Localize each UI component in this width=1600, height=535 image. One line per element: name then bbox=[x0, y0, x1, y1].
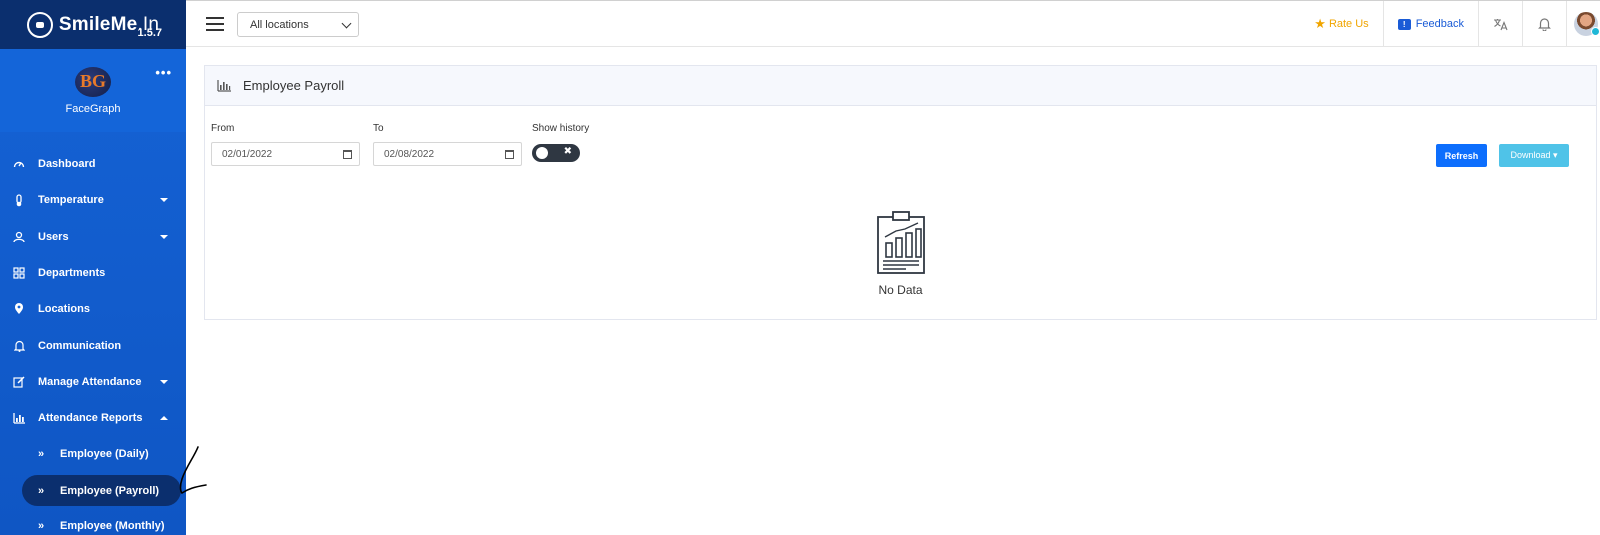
download-button[interactable]: Download ▾ bbox=[1499, 144, 1569, 167]
chevron-down-icon bbox=[160, 198, 168, 203]
sidebar-item-label: Communication bbox=[38, 339, 122, 352]
employee-payroll-card: Employee Payroll From 02/01/2022 To 02/0… bbox=[204, 65, 1597, 320]
more-icon[interactable]: ••• bbox=[155, 65, 172, 80]
avatar bbox=[1574, 12, 1600, 36]
chevron-down-icon bbox=[160, 234, 168, 239]
feedback-link[interactable]: ! Feedback bbox=[1382, 1, 1478, 47]
location-select[interactable]: All locations bbox=[237, 12, 359, 37]
empty-state: No Data bbox=[205, 211, 1596, 297]
topbar-actions: ★ Rate Us ! Feedback bbox=[1300, 1, 1600, 47]
sidebar-item-label: Locations bbox=[38, 303, 90, 316]
star-icon: ★ bbox=[1314, 16, 1326, 31]
sidebar-item-label: Manage Attendance bbox=[38, 375, 142, 388]
translate-icon bbox=[1494, 18, 1508, 30]
rate-us-link[interactable]: ★ Rate Us bbox=[1300, 1, 1382, 47]
chevron-down-icon bbox=[341, 18, 352, 29]
smile-logo-icon bbox=[26, 11, 53, 38]
to-date-input[interactable]: 02/08/2022 bbox=[373, 142, 522, 166]
sidebar-item-label: Attendance Reports bbox=[38, 412, 143, 425]
caret-down-icon: ▾ bbox=[1553, 150, 1558, 160]
close-icon: ✖ bbox=[563, 146, 572, 157]
dashboard-icon bbox=[12, 157, 26, 171]
page-title: Employee Payroll bbox=[243, 78, 345, 93]
brand-header[interactable]: SmileMe.In 1.5.7 bbox=[0, 0, 186, 49]
feedback-label: Feedback bbox=[1415, 18, 1464, 30]
sidebar-subitem-label: Employee (Monthly) bbox=[60, 520, 165, 533]
show-history-toggle[interactable]: ✖ bbox=[532, 144, 580, 162]
sidebar-subitem-employee-daily[interactable]: » Employee (Daily) bbox=[0, 436, 186, 472]
chevron-up-icon bbox=[160, 416, 168, 421]
sidebar-item-temperature[interactable]: Temperature bbox=[0, 182, 186, 218]
to-date-value: 02/08/2022 bbox=[384, 149, 435, 160]
to-label: To bbox=[373, 123, 384, 134]
bar-chart-icon bbox=[217, 79, 231, 92]
double-chevron-right-icon: » bbox=[38, 484, 45, 497]
calendar-icon[interactable] bbox=[505, 150, 514, 159]
brand-version: 1.5.7 bbox=[137, 27, 162, 39]
thermometer-icon bbox=[12, 193, 26, 207]
annotation-check-mark bbox=[179, 446, 207, 495]
calendar-icon[interactable] bbox=[343, 150, 352, 159]
show-history-label: Show history bbox=[532, 123, 590, 134]
toggle-knob bbox=[536, 147, 548, 159]
sidebar-nav: Dashboard Temperature Users Departments bbox=[0, 132, 186, 535]
edit-icon bbox=[12, 375, 26, 389]
location-pin-icon bbox=[12, 302, 26, 316]
sidebar: SmileMe.In 1.5.7 ••• BG FaceGraph Dashbo… bbox=[0, 0, 186, 535]
sidebar-item-label: Dashboard bbox=[38, 158, 96, 171]
hamburger-menu-icon[interactable] bbox=[206, 17, 224, 31]
users-icon bbox=[12, 230, 26, 244]
sidebar-item-manage-attendance[interactable]: Manage Attendance bbox=[0, 364, 186, 400]
org-name: FaceGraph bbox=[65, 102, 121, 115]
clipboard-chart-icon bbox=[876, 211, 925, 274]
double-chevron-right-icon: » bbox=[38, 448, 45, 461]
translate-button[interactable] bbox=[1478, 1, 1522, 47]
from-label: From bbox=[211, 123, 235, 134]
feedback-icon: ! bbox=[1397, 18, 1411, 30]
sidebar-item-locations[interactable]: Locations bbox=[0, 291, 186, 327]
sidebar-subitem-employee-monthly[interactable]: » Employee (Monthly) bbox=[0, 508, 186, 535]
card-header: Employee Payroll bbox=[205, 66, 1596, 106]
topbar: All locations ★ Rate Us ! Feedback bbox=[186, 0, 1600, 47]
sidebar-item-label: Temperature bbox=[38, 194, 104, 207]
sidebar-item-label: Users bbox=[38, 230, 69, 243]
sidebar-subitem-label: Employee (Daily) bbox=[60, 448, 149, 461]
empty-state-text: No Data bbox=[878, 283, 923, 297]
notifications-button[interactable] bbox=[1522, 1, 1566, 47]
refresh-button[interactable]: Refresh bbox=[1436, 144, 1487, 167]
org-panel: ••• BG FaceGraph bbox=[0, 49, 186, 132]
sidebar-item-dashboard[interactable]: Dashboard bbox=[0, 146, 186, 182]
chevron-down-icon bbox=[160, 379, 168, 384]
org-logo: BG bbox=[75, 66, 111, 97]
rate-us-label: Rate Us bbox=[1328, 18, 1369, 30]
location-select-value: All locations bbox=[250, 19, 309, 31]
sidebar-item-departments[interactable]: Departments bbox=[0, 255, 186, 291]
from-date-input[interactable]: 02/01/2022 bbox=[211, 142, 360, 166]
bar-chart-icon bbox=[12, 411, 26, 425]
double-chevron-right-icon: » bbox=[38, 520, 45, 533]
download-label: Download bbox=[1510, 150, 1551, 160]
from-date-value: 02/01/2022 bbox=[222, 149, 273, 160]
sidebar-item-communication[interactable]: Communication bbox=[0, 327, 186, 363]
sidebar-item-label: Departments bbox=[38, 267, 106, 280]
sidebar-subitem-label: Employee (Payroll) bbox=[60, 484, 160, 497]
grid-icon bbox=[12, 266, 26, 280]
user-avatar-button[interactable] bbox=[1566, 1, 1600, 47]
sidebar-item-attendance-reports[interactable]: Attendance Reports bbox=[0, 400, 186, 436]
bell-icon bbox=[12, 339, 26, 353]
sidebar-item-users[interactable]: Users bbox=[0, 219, 186, 255]
sidebar-subitem-employee-payroll[interactable]: » Employee (Payroll) bbox=[22, 475, 181, 507]
bell-icon bbox=[1538, 18, 1551, 31]
